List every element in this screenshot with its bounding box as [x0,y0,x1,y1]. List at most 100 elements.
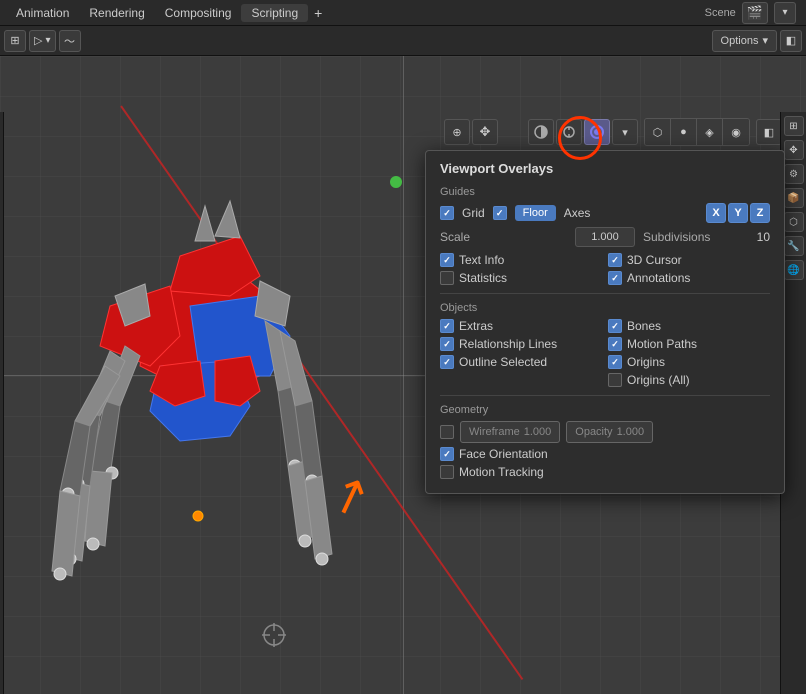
axis-z-btn[interactable]: Z [750,203,770,223]
shading-material-btn[interactable]: ◈ [697,119,723,145]
three-d-cursor-checkbox[interactable] [608,253,622,267]
right-tools-btn1[interactable]: ⊞ [784,116,804,136]
bones-label: Bones [627,319,661,333]
viewport-toolbar: ⊕ ✥ ▾ ⬡ ● ◈ ◉ [440,116,806,148]
guides-row1: Grid Floor Axes X Y Z [440,203,770,223]
extras-bones-row: Extras Bones [440,319,770,333]
wireframe-btn[interactable]: Wireframe 1.000 [460,421,560,443]
right-tools-btn2[interactable]: ✥ [784,140,804,160]
statistics-item: Statistics [440,271,602,285]
top-menu-bar: Animation Rendering Compositing Scriptin… [0,0,806,26]
extras-item: Extras [440,319,602,333]
graph-editor-btn[interactable]: 〜 [59,30,81,52]
guides-section-label: Guides [440,186,770,198]
three-d-cursor-label: 3D Cursor [627,253,682,267]
motion-paths-label: Motion Paths [627,337,697,351]
grid-checkbox[interactable] [440,206,454,220]
text-info-item: Text Info [440,253,602,267]
face-orientation-row: Face Orientation [440,447,770,461]
statistics-checkbox[interactable] [440,271,454,285]
face-orientation-label: Face Orientation [459,447,548,461]
extra-viewport-btn[interactable]: ◧ [756,119,782,145]
annotations-checkbox[interactable] [608,271,622,285]
scene-icon[interactable]: 🎬 [742,2,768,24]
divider1 [440,293,770,294]
mode-dropdown[interactable]: ▷▾ [29,30,56,52]
opacity-btn[interactable]: Opacity 1.000 [566,421,653,443]
scale-label: Scale [440,230,567,244]
options-button[interactable]: Options ▾ [712,30,777,52]
shading-rendered-btn[interactable]: ◉ [723,119,749,145]
right-tools-btn3[interactable]: ⚙ [784,164,804,184]
motion-paths-checkbox[interactable] [608,337,622,351]
annotations-item: Annotations [608,271,770,285]
opacity-btn-value: 1.000 [617,426,645,438]
outline-selected-checkbox[interactable] [440,355,454,369]
opacity-btn-label: Opacity [575,426,612,438]
viewport-overlay-btn[interactable] [584,119,610,145]
green-status-dot [390,176,402,188]
origins-item: Origins [608,355,770,369]
motion-tracking-checkbox[interactable] [440,465,454,479]
cursor-mode-btn[interactable]: ⊕ [444,119,470,145]
origins-checkbox[interactable] [608,355,622,369]
statistics-row: Statistics Annotations [440,271,770,285]
wireframe-btn-label: Wireframe [469,426,520,438]
viewport-area: ↗ ⊕ ✥ [0,56,806,694]
motion-tracking-item: Motion Tracking [440,465,770,479]
origins-all-checkbox[interactable] [608,373,622,387]
axis-x-btn[interactable]: X [706,203,726,223]
axis-y-btn[interactable]: Y [728,203,748,223]
origins-all-label: Origins (All) [627,373,690,387]
right-tools-btn5[interactable]: ⬡ [784,212,804,232]
outline-selected-item: Outline Selected [440,355,602,369]
gizmo-btn[interactable] [556,119,582,145]
floor-checkbox[interactable] [493,206,507,220]
wireframe-btn-value: 1.000 [524,426,552,438]
motion-paths-item: Motion Paths [608,337,770,351]
outline-origins-row: Outline Selected Origins [440,355,770,369]
right-tools-btn7[interactable]: 🌐 [784,260,804,280]
face-orientation-checkbox[interactable] [440,447,454,461]
text-info-row: Text Info 3D Cursor [440,253,770,267]
relationship-lines-label: Relationship Lines [459,337,557,351]
grid-vertical-line [403,56,404,694]
viewport-shading-btn[interactable] [528,119,554,145]
scale-input[interactable] [575,227,635,247]
statistics-label: Statistics [459,271,507,285]
overlay-popup-title: Viewport Overlays [440,161,770,176]
wireframe-checkbox[interactable] [440,425,454,439]
relationship-motion-row: Relationship Lines Motion Paths [440,337,770,351]
extras-checkbox[interactable] [440,319,454,333]
extra-options-btn[interactable]: ◧ [780,30,802,52]
cursor-btn2[interactable]: ✥ [472,119,498,145]
menu-item-animation[interactable]: Animation [6,4,79,22]
right-tools-btn4[interactable]: 📦 [784,188,804,208]
overlay-dropdown-btn[interactable]: ▾ [612,119,638,145]
floor-label[interactable]: Floor [515,205,556,221]
shading-solid-btn[interactable]: ● [671,119,697,145]
text-info-checkbox[interactable] [440,253,454,267]
scale-row: Scale Subdivisions 10 [440,227,770,247]
right-tools-btn6[interactable]: 🔧 [784,236,804,256]
extras-label: Extras [459,319,493,333]
relationship-lines-item: Relationship Lines [440,337,602,351]
relationship-lines-checkbox[interactable] [440,337,454,351]
origins-label: Origins [627,355,665,369]
outline-selected-label: Outline Selected [459,355,547,369]
subdivisions-row: Subdivisions 10 [643,230,770,244]
subdivisions-value: 10 [740,230,770,244]
editor-type-btn[interactable]: ⊞ [4,30,26,52]
text-info-label: Text Info [459,253,504,267]
viewport-crosshair [260,621,288,649]
menu-item-compositing[interactable]: Compositing [155,4,242,22]
subdivisions-label: Subdivisions [643,230,736,244]
menu-item-scripting[interactable]: Scripting [241,4,308,22]
bones-checkbox[interactable] [608,319,622,333]
shading-wire-btn[interactable]: ⬡ [645,119,671,145]
geometry-section-label: Geometry [440,404,770,416]
add-workspace-button[interactable]: + [308,3,328,23]
engine-dropdown[interactable]: ▾ [774,2,796,24]
divider2 [440,395,770,396]
menu-item-rendering[interactable]: Rendering [79,4,154,22]
